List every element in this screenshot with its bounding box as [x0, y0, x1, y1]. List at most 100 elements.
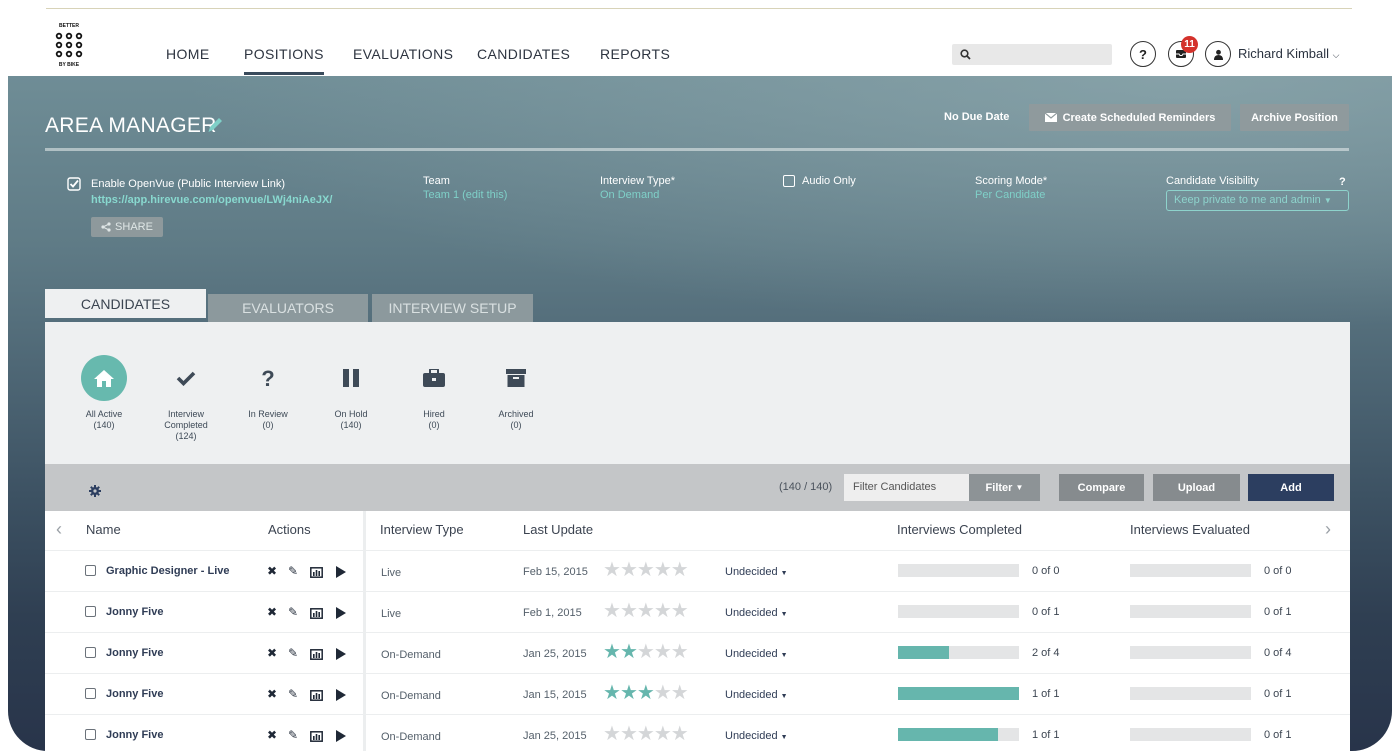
visibility-select[interactable]: Keep private to me and admin ▼	[1166, 190, 1349, 211]
row-checkbox[interactable]	[85, 688, 96, 699]
col-name[interactable]: Name	[86, 522, 121, 537]
play-icon[interactable]	[335, 729, 346, 747]
openvue-checkbox[interactable]	[67, 177, 81, 191]
report-icon[interactable]	[310, 606, 323, 624]
delete-icon[interactable]: ✖	[267, 646, 277, 660]
rating-star-icon[interactable]: ★	[637, 682, 655, 704]
rating-star-icon[interactable]: ★	[620, 682, 638, 704]
team-value[interactable]: Team 1 (edit this)	[423, 189, 507, 201]
tab-evaluators[interactable]: EVALUATORS	[208, 294, 368, 322]
row-checkbox[interactable]	[85, 565, 96, 576]
row-checkbox[interactable]	[85, 606, 96, 617]
filter-interview-completed[interactable]: Interview Completed (124)	[156, 355, 216, 442]
filter-all-active[interactable]: All Active (140)	[74, 355, 134, 431]
archive-position-button[interactable]: Archive Position	[1240, 104, 1349, 131]
compare-button[interactable]: Compare	[1059, 474, 1144, 501]
scroll-left-icon[interactable]: ‹	[56, 519, 62, 540]
candidate-name[interactable]: Jonny Five	[106, 647, 163, 659]
pencil-icon[interactable]: ✎	[288, 605, 298, 619]
rating-star-icon[interactable]: ★	[603, 723, 621, 745]
report-icon[interactable]	[310, 688, 323, 706]
scroll-right-icon[interactable]: ›	[1325, 519, 1331, 540]
interview-type-value[interactable]: On Demand	[600, 189, 659, 201]
play-icon[interactable]	[335, 647, 346, 665]
nav-home[interactable]: HOME	[166, 46, 210, 62]
filter-on-hold[interactable]: On Hold (140)	[321, 355, 381, 431]
pencil-icon[interactable]: ✎	[288, 646, 298, 660]
rating-star-icon[interactable]: ★	[620, 559, 638, 581]
rating-star-icon[interactable]: ★	[671, 559, 689, 581]
play-icon[interactable]	[335, 565, 346, 583]
play-icon[interactable]	[335, 688, 346, 706]
gear-icon[interactable]	[89, 485, 101, 497]
edit-title-icon[interactable]	[206, 116, 226, 134]
nav-evaluations[interactable]: EVALUATIONS	[353, 46, 453, 62]
rating-star-icon[interactable]: ★	[603, 682, 621, 704]
filter-candidates-input[interactable]: Filter Candidates	[844, 474, 969, 501]
search-input[interactable]	[952, 44, 1112, 65]
delete-icon[interactable]: ✖	[267, 564, 277, 578]
audio-only-checkbox[interactable]	[783, 175, 795, 187]
rating-star-icon[interactable]: ★	[671, 682, 689, 704]
nav-positions[interactable]: POSITIONS	[244, 46, 324, 75]
rating-star-icon[interactable]: ★	[603, 600, 621, 622]
decision-dropdown[interactable]: Undecided ▼	[725, 730, 788, 742]
decision-dropdown[interactable]: Undecided ▼	[725, 607, 788, 619]
col-interview-type[interactable]: Interview Type	[380, 522, 464, 537]
rating-star-icon[interactable]: ★	[620, 723, 638, 745]
candidate-name[interactable]: Jonny Five	[106, 729, 163, 741]
rating-star-icon[interactable]: ★	[620, 600, 638, 622]
avatar[interactable]	[1205, 41, 1231, 67]
play-icon[interactable]	[335, 606, 346, 624]
add-button[interactable]: Add	[1248, 474, 1334, 501]
rating-star-icon[interactable]: ★	[654, 559, 672, 581]
nav-reports[interactable]: REPORTS	[600, 46, 670, 62]
rating-star-icon[interactable]: ★	[654, 682, 672, 704]
row-checkbox[interactable]	[85, 729, 96, 740]
delete-icon[interactable]: ✖	[267, 728, 277, 742]
rating-star-icon[interactable]: ★	[671, 723, 689, 745]
filter-in-review[interactable]: ? In Review (0)	[238, 355, 298, 431]
candidate-name[interactable]: Jonny Five	[106, 688, 163, 700]
col-last-update[interactable]: Last Update	[523, 522, 593, 537]
col-interviews-completed[interactable]: Interviews Completed	[897, 522, 1022, 537]
rating-star-icon[interactable]: ★	[671, 641, 689, 663]
help-button[interactable]: ?	[1130, 41, 1156, 67]
openvue-link[interactable]: https://app.hirevue.com/openvue/LWj4niAe…	[91, 194, 332, 206]
decision-dropdown[interactable]: Undecided ▼	[725, 689, 788, 701]
rating-star-icon[interactable]: ★	[620, 641, 638, 663]
tab-interview-setup[interactable]: INTERVIEW SETUP	[372, 294, 533, 322]
nav-candidates[interactable]: CANDIDATES	[477, 46, 570, 62]
rating-star-icon[interactable]: ★	[637, 600, 655, 622]
share-button[interactable]: SHARE	[91, 217, 163, 237]
star-rating[interactable]: ★★★★★	[603, 682, 689, 704]
candidate-name[interactable]: Graphic Designer - Live	[106, 565, 229, 577]
rating-star-icon[interactable]: ★	[637, 559, 655, 581]
star-rating[interactable]: ★★★★★	[603, 641, 689, 663]
rating-star-icon[interactable]: ★	[654, 600, 672, 622]
rating-star-icon[interactable]: ★	[637, 723, 655, 745]
create-reminders-button[interactable]: Create Scheduled Reminders	[1029, 104, 1231, 131]
rating-star-icon[interactable]: ★	[637, 641, 655, 663]
filter-archived[interactable]: Archived (0)	[486, 355, 546, 431]
star-rating[interactable]: ★★★★★	[603, 723, 689, 745]
rating-star-icon[interactable]: ★	[654, 723, 672, 745]
report-icon[interactable]	[310, 647, 323, 665]
pencil-icon[interactable]: ✎	[288, 564, 298, 578]
tab-candidates[interactable]: CANDIDATES	[45, 289, 206, 318]
upload-button[interactable]: Upload	[1153, 474, 1240, 501]
candidate-name[interactable]: Jonny Five	[106, 606, 163, 618]
row-checkbox[interactable]	[85, 647, 96, 658]
brand-logo[interactable]: BETTER BY BIKE	[46, 20, 92, 68]
report-icon[interactable]	[310, 729, 323, 747]
rating-star-icon[interactable]: ★	[603, 641, 621, 663]
pencil-icon[interactable]: ✎	[288, 687, 298, 701]
rating-star-icon[interactable]: ★	[603, 559, 621, 581]
decision-dropdown[interactable]: Undecided ▼	[725, 648, 788, 660]
scoring-mode-value[interactable]: Per Candidate	[975, 189, 1045, 201]
pencil-icon[interactable]: ✎	[288, 728, 298, 742]
delete-icon[interactable]: ✖	[267, 687, 277, 701]
col-interviews-evaluated[interactable]: Interviews Evaluated	[1130, 522, 1250, 537]
user-menu[interactable]: Richard Kimball ⌵	[1238, 46, 1340, 61]
star-rating[interactable]: ★★★★★	[603, 559, 689, 581]
